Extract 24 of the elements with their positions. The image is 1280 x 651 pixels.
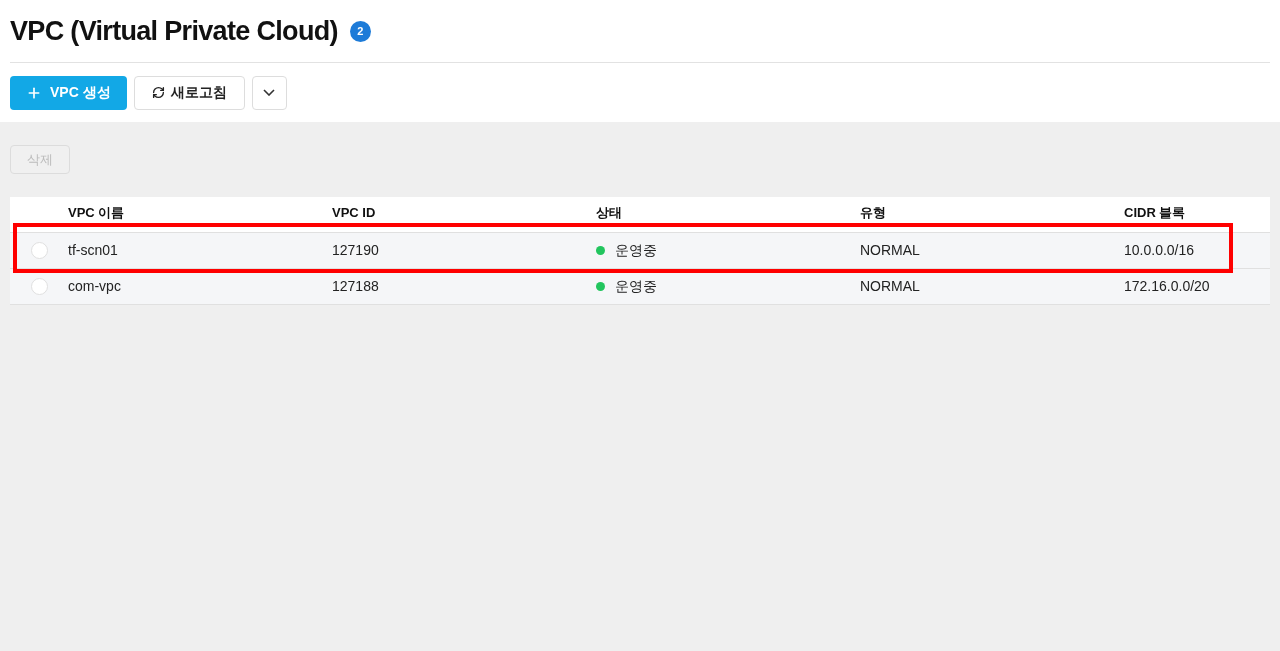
table-cell-text: 10.0.0.0/16 [1124, 241, 1195, 260]
table-cell-text: 운영중 [615, 241, 657, 260]
column-header: 유형 [860, 205, 886, 220]
table-cell-text: 운영중 [615, 277, 657, 296]
column-header: VPC ID [332, 205, 376, 220]
count-badge: 2 [349, 20, 371, 42]
table-cell-text: tf-scn01 [68, 241, 118, 260]
column-header: VPC 이름 [68, 205, 125, 220]
radio-button[interactable] [30, 242, 48, 259]
refresh-button[interactable]: 새로고침 [133, 75, 245, 110]
table-cell-text: com-vpc [68, 277, 121, 296]
chevron-icon [263, 89, 276, 96]
table-cell-text: 127190 [332, 241, 379, 260]
column-header: CIDR 블록 [1124, 205, 1186, 220]
table-row[interactable]: tf-scn01 127190 운영중 NORMAL 10.0.0.0/16 [10, 233, 1270, 269]
column-header: 상태 [596, 205, 622, 220]
page-title: VPC (Virtual Private Cloud) [10, 14, 338, 48]
table-cell-text: 172.16.0.0/20 [1124, 277, 1210, 296]
table-cell-text: NORMAL [860, 241, 920, 260]
table-cell-text: NORMAL [860, 277, 920, 296]
radio-button[interactable] [30, 278, 48, 295]
refresh-icon [151, 86, 165, 99]
table-cell-text: 127188 [332, 277, 379, 296]
dropdown-button[interactable] [251, 75, 287, 110]
